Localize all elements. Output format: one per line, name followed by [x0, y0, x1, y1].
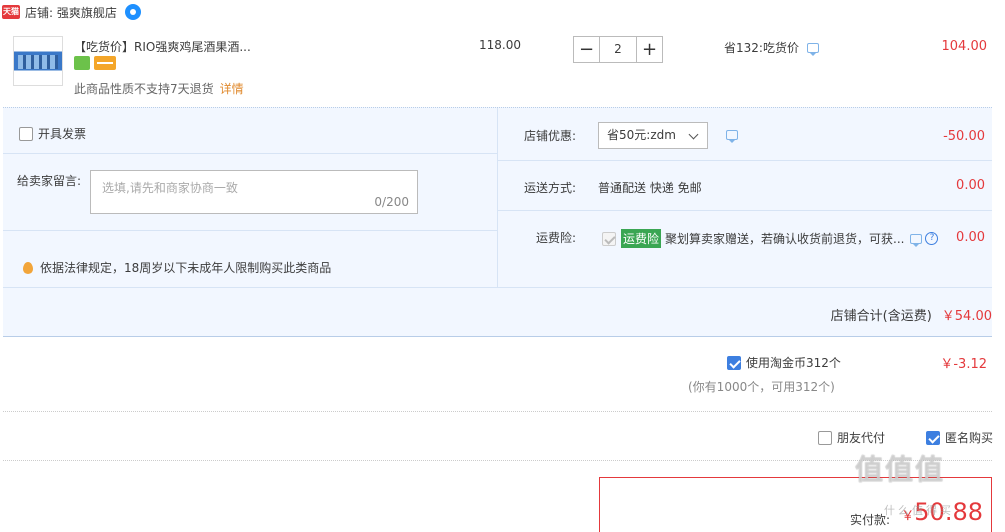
invoice-label: 开具发票	[38, 127, 87, 141]
product-thumbnail[interactable]	[13, 36, 63, 86]
site-watermark: 值值值	[855, 453, 946, 486]
shipping-insurance-label: 运费险:	[536, 231, 577, 245]
divider	[498, 210, 992, 211]
shipping-insurance-tag: 运费险	[621, 229, 662, 248]
shop-coupon-label: 店铺优惠:	[524, 129, 577, 143]
product-title[interactable]: 【吃货价】RIO强爽鸡尾酒果酒...	[74, 38, 251, 55]
comment-icon[interactable]	[910, 233, 923, 247]
quantity-increase-button[interactable]: +	[636, 36, 663, 63]
comment-icon[interactable]	[726, 130, 738, 143]
divider	[3, 287, 992, 288]
taobao-coins-amount: ￥-3.12	[940, 357, 987, 372]
legal-notice-text: 依据法律规定，18周岁以下未成年人限制购买此类商品	[40, 261, 332, 275]
return-policy-note: 此商品性质不支持7天退货 详情	[74, 80, 244, 97]
wangwang-chat-icon[interactable]	[124, 4, 141, 20]
order-options-panel: 开具发票 给卖家留言: 选填,请先和商家协商一致 0/200 依据法律规定，18…	[3, 107, 992, 337]
shipping-insurance-checkbox	[602, 231, 616, 246]
item-promotion: 省132:吃货价	[724, 39, 819, 56]
divider	[3, 411, 992, 412]
shop-header: 天猫 店铺: 强爽旗舰店	[0, 0, 1005, 24]
comment-icon[interactable]	[806, 42, 819, 56]
product-service-icons	[74, 56, 116, 70]
shop-coupon-select[interactable]: 省50元:zdm	[598, 122, 708, 149]
divider	[3, 230, 497, 231]
friend-pay-option[interactable]: 朋友代付	[818, 429, 885, 446]
shipping-insurance-amount: 0.00	[956, 230, 985, 245]
seller-message-label: 给卖家留言:	[17, 174, 82, 188]
invoice-checkbox[interactable]	[19, 126, 33, 141]
shop-name[interactable]: 店铺: 强爽旗舰店	[25, 4, 117, 21]
anonymous-purchase-checkbox[interactable]	[926, 430, 940, 445]
site-watermark-subtitle: 什么值得买	[884, 504, 954, 517]
taobao-coins-label: 使用淘金币312个	[746, 356, 841, 370]
shipping-amount: 0.00	[956, 178, 985, 193]
friend-pay-checkbox[interactable]	[818, 430, 832, 445]
divider	[3, 153, 497, 154]
shop-coupon-amount: -50.00	[943, 129, 985, 144]
order-options-left: 开具发票 给卖家留言: 选填,请先和商家协商一致 0/200 依据法律规定，18…	[3, 108, 497, 288]
shipping-insurance-text: 聚划算卖家赠送，若确认收货前退货，可获...	[665, 232, 905, 246]
tmall-badge: 天猫	[2, 5, 20, 19]
anonymous-purchase-option[interactable]: 匿名购买	[926, 429, 993, 446]
location-pin-icon	[23, 261, 33, 274]
item-row: 【吃货价】RIO强爽鸡尾酒果酒... 此商品性质不支持7天退货 详情 118.00…	[0, 28, 1005, 106]
shop-total: 店铺合计(含运费) ￥54.00	[831, 305, 992, 324]
item-subtotal: 104.00	[941, 39, 988, 54]
quantity-stepper: − 2 +	[573, 36, 663, 63]
shop-total-amount: ￥54.00	[941, 309, 992, 324]
credit-card-icon	[94, 56, 116, 70]
shipping-insurance: 运费险 聚划算卖家赠送，若确认收货前退货，可获... ?	[602, 229, 939, 248]
shop-coupon-value: 省50元:zdm	[607, 128, 676, 142]
shipping-method: 普通配送 快递 免邮	[598, 181, 702, 195]
friend-pay-label: 朋友代付	[837, 431, 886, 445]
seller-message-char-count: 0/200	[374, 195, 409, 209]
taobao-coins-balance: (你有1000个，可用312个)	[688, 380, 835, 394]
shop-total-label: 店铺合计(含运费)	[830, 309, 932, 324]
item-promotion-text: 省132:吃货价	[724, 41, 799, 55]
chevron-down-icon	[688, 129, 699, 140]
quantity-decrease-button[interactable]: −	[573, 36, 600, 63]
seller-message-input[interactable]: 选填,请先和商家协商一致 0/200	[90, 170, 418, 214]
seller-message-placeholder: 选填,请先和商家协商一致	[102, 181, 238, 195]
quantity-input[interactable]: 2	[600, 36, 636, 63]
return-policy-details-link[interactable]: 详情	[220, 82, 244, 96]
legal-notice: 依据法律规定，18周岁以下未成年人限制购买此类商品	[23, 259, 331, 276]
service-badge-icon	[74, 56, 90, 70]
invoice-option[interactable]: 开具发票	[19, 125, 86, 142]
unit-price: 118.00	[479, 38, 521, 52]
order-options-right: 店铺优惠: 省50元:zdm -50.00 运送方式: 普通配送 快递 免邮 0…	[498, 108, 992, 288]
anonymous-purchase-label: 匿名购买	[945, 431, 994, 445]
return-policy-text: 此商品性质不支持7天退货	[74, 82, 214, 96]
divider	[498, 160, 992, 161]
help-icon[interactable]: ?	[925, 232, 939, 245]
divider	[3, 460, 992, 461]
shipping-label: 运送方式:	[524, 181, 577, 195]
taobao-coins-checkbox[interactable]	[727, 355, 741, 370]
taobao-coins-option[interactable]: 使用淘金币312个	[727, 354, 841, 371]
